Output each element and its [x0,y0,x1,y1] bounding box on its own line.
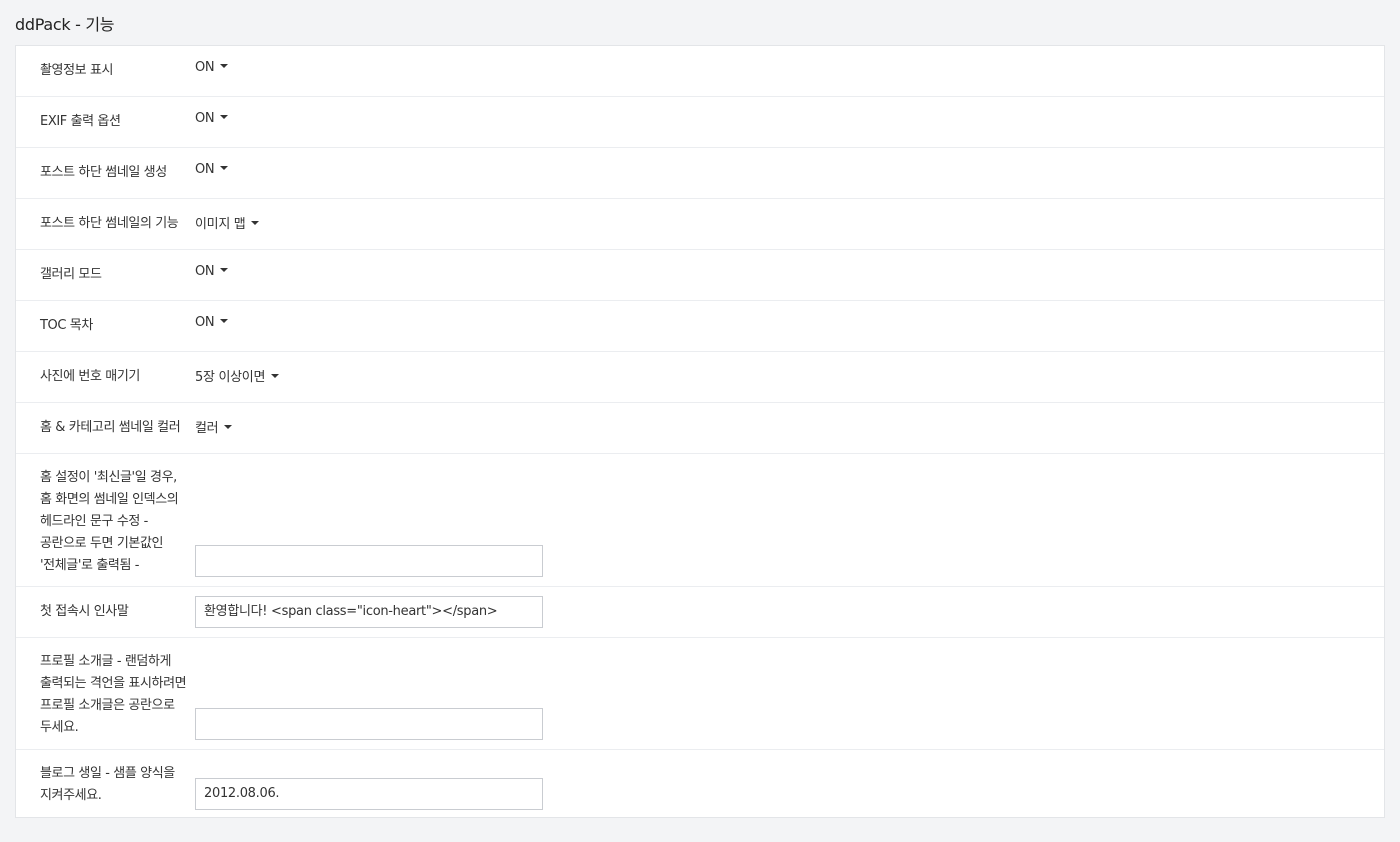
select-value: 5장 이상이면 [195,370,266,385]
gallery-mode-select[interactable]: ON [195,264,229,279]
setting-row-profile-intro: 프로필 소개글 - 랜덤하게 출력되는 격언을 표시하려면 프로필 소개글은 공… [16,638,1384,750]
setting-row-bottom-thumbnail: 포스트 하단 썸네일 생성 ON [16,148,1384,199]
page-title: ddPack - 기능 [15,15,115,34]
select-value: ON [195,264,215,279]
caret-down-icon [220,318,229,323]
setting-label: EXIF 출력 옵션 [40,114,121,129]
bottom-thumbnail-select[interactable]: ON [195,162,229,177]
setting-label: TOC 목차 [40,318,93,333]
select-value: 이미지 맵 [195,217,246,232]
setting-row-greeting: 첫 접속시 인사말 환영합니다! <span class="icon-heart… [16,587,1384,638]
setting-label: 촬영정보 표시 [40,63,114,78]
setting-label: 갤러리 모드 [40,267,102,282]
exif-option-select[interactable]: ON [195,111,229,126]
setting-label: 포스트 하단 썸네일 생성 [40,165,167,180]
select-value: 컬러 [195,421,219,436]
setting-label: 프로필 소개글 - 랜덤하게 출력되는 격언을 표시하려면 프로필 소개글은 공… [40,654,187,735]
caret-down-icon [224,424,233,429]
greeting-input[interactable]: 환영합니다! <span class="icon-heart"></span> [195,596,543,628]
headline-text-input[interactable] [195,545,543,577]
caret-down-icon [220,63,229,68]
thumbnail-function-select[interactable]: 이미지 맵 [195,213,260,232]
thumbnail-color-select[interactable]: 컬러 [195,417,233,436]
setting-label: 포스트 하단 썸네일의 기능 [40,216,179,231]
setting-row-headline-text: 홈 설정이 '최신글'일 경우, 홈 화면의 썸네일 인덱스의 헤드라인 문구 … [16,454,1384,587]
shooting-info-select[interactable]: ON [195,60,229,75]
toc-select[interactable]: ON [195,315,229,330]
caret-down-icon [220,165,229,170]
setting-label: 블로그 생일 - 샘플 양식을 지켜주세요. [40,766,175,803]
profile-intro-input[interactable] [195,708,543,740]
setting-row-toc: TOC 목차 ON [16,301,1384,352]
blog-birthday-input[interactable]: 2012.08.06. [195,778,543,810]
setting-row-shooting-info: 촬영정보 표시 ON [16,46,1384,97]
select-value: ON [195,315,215,330]
select-value: ON [195,162,215,177]
setting-label: 사진에 번호 매기기 [40,369,140,384]
setting-label: 첫 접속시 인사말 [40,604,129,619]
caret-down-icon [251,220,260,225]
photo-numbering-select[interactable]: 5장 이상이면 [195,366,280,385]
select-value: ON [195,111,215,126]
caret-down-icon [271,373,280,378]
setting-label: 홈 설정이 '최신글'일 경우, 홈 화면의 썸네일 인덱스의 헤드라인 문구 … [40,470,179,573]
setting-row-blog-birthday: 블로그 생일 - 샘플 양식을 지켜주세요. 2012.08.06. [16,750,1384,819]
setting-row-thumbnail-function: 포스트 하단 썸네일의 기능 이미지 맵 [16,199,1384,250]
caret-down-icon [220,114,229,119]
select-value: ON [195,60,215,75]
setting-row-thumbnail-color: 홈 & 카테고리 썸네일 컬러 컬러 [16,403,1384,454]
caret-down-icon [220,267,229,272]
setting-label: 홈 & 카테고리 썸네일 컬러 [40,420,181,435]
setting-row-photo-numbering: 사진에 번호 매기기 5장 이상이면 [16,352,1384,403]
setting-row-gallery-mode: 갤러리 모드 ON [16,250,1384,301]
setting-row-exif-option: EXIF 출력 옵션 ON [16,97,1384,148]
settings-panel: 촬영정보 표시 ON EXIF 출력 옵션 ON 포스트 하단 썸네일 생성 O… [15,45,1385,818]
